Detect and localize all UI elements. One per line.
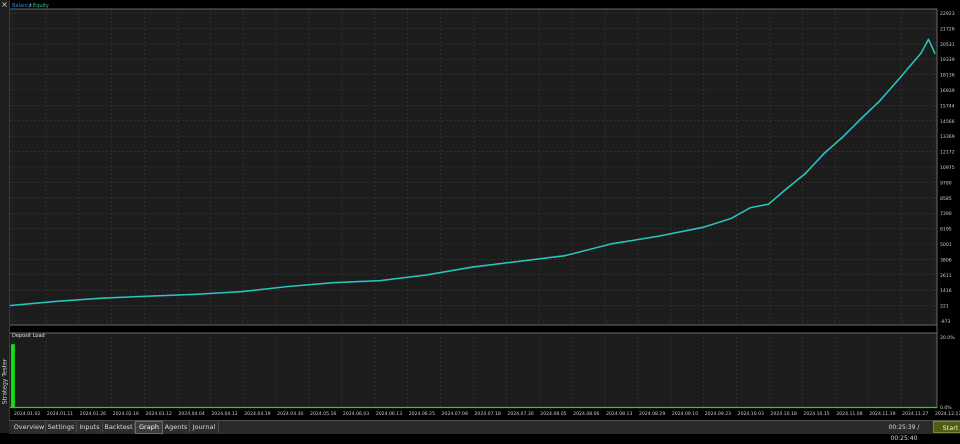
y-tick-label: 19339 bbox=[940, 57, 955, 63]
x-tick-label: 2024.06.25 bbox=[409, 411, 435, 417]
y-tick-label: 9780 bbox=[940, 180, 952, 186]
x-tick-label: 2024.01.26 bbox=[80, 411, 106, 417]
x-tick-label: 2024.02.16 bbox=[113, 411, 139, 417]
x-tick-label: 2024.09.23 bbox=[705, 411, 731, 417]
x-tick-label: 2024.09.10 bbox=[672, 411, 698, 417]
y-tick-label: 12172 bbox=[940, 150, 955, 156]
x-tick-label: 2024.06.13 bbox=[376, 411, 402, 417]
x-tick-label: 2024.10.03 bbox=[738, 411, 764, 417]
y-tick-label: 15744 bbox=[940, 103, 955, 109]
x-tick-label: 2024.07.30 bbox=[507, 411, 533, 417]
tab-graph[interactable]: Graph bbox=[135, 421, 163, 434]
tab-inputs[interactable]: Inputs bbox=[77, 422, 103, 433]
y-tick-label: -973 bbox=[940, 319, 951, 325]
x-tick-label: 2024.08.06 bbox=[573, 411, 599, 417]
y-tick-label: 20531 bbox=[940, 42, 955, 48]
x-tick-label: 2024.10.15 bbox=[803, 411, 829, 417]
x-tick-label: 2024.08.13 bbox=[606, 411, 632, 417]
x-tick-label: 2024.10.18 bbox=[771, 411, 797, 417]
tab-overview[interactable]: Overview bbox=[13, 422, 46, 433]
y-tick-label: 13369 bbox=[940, 134, 955, 140]
tab-journal[interactable]: Journal bbox=[190, 422, 219, 433]
x-tick-label: 2024.04.30 bbox=[277, 411, 303, 417]
elapsed-timer: 00:25:39 / 00:25:40 bbox=[888, 424, 920, 442]
y-tick-label: 3806 bbox=[940, 257, 952, 263]
y-tick-label: 1416 bbox=[940, 288, 952, 294]
x-tick-label: 2024.08.05 bbox=[540, 411, 566, 417]
x-tick-label: 2024.05.16 bbox=[310, 411, 336, 417]
x-tick-label: 2024.06.03 bbox=[343, 411, 369, 417]
y-tick-label: 6195 bbox=[940, 227, 952, 233]
x-tick-label: 2024.07.08 bbox=[442, 411, 468, 417]
x-tick-label: 2024.03.12 bbox=[146, 411, 172, 417]
deposit-load-bar bbox=[11, 344, 13, 408]
x-tick-label: 2024.01.02 bbox=[14, 411, 40, 417]
y-tick-label: 16939 bbox=[940, 88, 955, 94]
legend-equity: Equity bbox=[33, 3, 49, 9]
x-tick-label: 2024.12.17 bbox=[935, 411, 960, 417]
deposit-load-title: Deposit Load bbox=[12, 333, 45, 339]
x-tick-label: 2024.11.19 bbox=[869, 411, 895, 417]
y-tick-label: 221 bbox=[940, 304, 949, 310]
x-tick-label: 2024.07.18 bbox=[475, 411, 501, 417]
y-tick-label: 5001 bbox=[940, 242, 952, 248]
y-tick-label: 18136 bbox=[940, 73, 955, 79]
tab-backtest[interactable]: Backtest bbox=[103, 422, 135, 433]
y-tick-label: 7390 bbox=[940, 211, 952, 217]
x-tick-label: 2024.04.12 bbox=[211, 411, 237, 417]
x-tick-label: 2024.08.29 bbox=[639, 411, 665, 417]
tab-settings[interactable]: Settings bbox=[46, 422, 77, 433]
x-tick-label: 2024.04.19 bbox=[244, 411, 270, 417]
y-tick-label: 21726 bbox=[940, 26, 955, 32]
x-tick-label: 2024.11.08 bbox=[836, 411, 862, 417]
deposit-load-y-tick: 0.0% bbox=[940, 405, 952, 411]
graph-panel: 22923 21726 20531 19339 18136 16939 15744 14566… bbox=[9, 0, 960, 420]
deposit-load-bar bbox=[12, 344, 15, 408]
tab-agents[interactable]: Agents bbox=[163, 422, 190, 433]
x-tick-label: 2024.11.27 bbox=[902, 411, 928, 417]
y-tick-label: 10975 bbox=[940, 165, 955, 171]
tab-bar: Overview Settings Inputs Backtest Graph … bbox=[9, 420, 960, 442]
deposit-load-y-tick: 20.0% bbox=[940, 335, 955, 341]
start-button[interactable]: Start bbox=[933, 421, 960, 433]
y-tick-label: 8585 bbox=[940, 196, 952, 202]
y-tick-label: 2611 bbox=[940, 273, 952, 279]
x-tick-label: 2024.04.04 bbox=[178, 411, 204, 417]
y-tick-label: 14566 bbox=[940, 119, 955, 125]
y-tick-label: 22923 bbox=[940, 11, 955, 17]
x-tick-label: 2024.01.11 bbox=[47, 411, 73, 417]
